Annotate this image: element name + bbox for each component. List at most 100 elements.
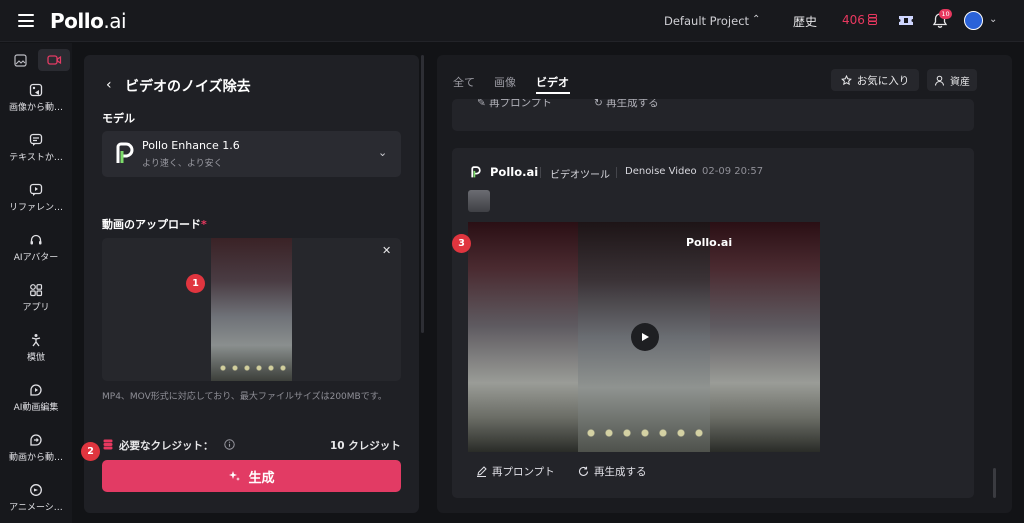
sidebar-item-video-to-video[interactable]: 動画から動… <box>0 433 72 463</box>
divider <box>540 167 541 178</box>
top-bar: Pollo.ai Default Project ⌃ 歴史 406 10 ⌄ <box>0 0 1024 42</box>
assets-label: 資産 <box>950 76 970 88</box>
regenerate-button[interactable]: ↻ 再生成する <box>594 99 659 110</box>
regenerate-button[interactable]: 再生成する <box>578 464 647 479</box>
result-brand: Pollo.ai <box>490 165 539 179</box>
result-tool: ビデオツール <box>550 170 610 181</box>
sidebar-item-label: アプリ <box>22 303 50 313</box>
sidebar-item-label: 模倣 <box>26 353 45 363</box>
divider <box>616 167 617 178</box>
sparkle-icon <box>229 471 241 481</box>
video-to-video-icon <box>30 434 42 446</box>
sidebar-item-label: 動画から動… <box>8 453 63 463</box>
video-upload-area[interactable]: ✕ <box>102 238 401 381</box>
ticket-icon[interactable] <box>898 14 914 27</box>
generate-label: 生成 <box>248 470 275 486</box>
refresh-icon <box>579 466 589 476</box>
annotation-marker-2: 2 <box>81 442 100 461</box>
regenerate-label: 再生成する <box>594 466 647 478</box>
logo-main: Pollo <box>50 9 104 33</box>
avatar[interactable] <box>964 11 983 30</box>
pollo-logo-icon <box>116 142 134 163</box>
sidebar-item-reference[interactable]: リファレン… <box>0 183 72 213</box>
coin-stack-icon <box>103 439 113 450</box>
animation-icon <box>30 484 42 496</box>
reprompt-label: 再プロンプト <box>489 99 552 109</box>
history-link[interactable]: 歴史 <box>793 13 817 30</box>
project-selector[interactable]: Default Project <box>664 14 749 28</box>
sidebar-item-label: アニメーシ… <box>9 503 63 513</box>
reprompt-label: 再プロンプト <box>492 466 555 478</box>
sidebar-item-label: リファレン… <box>8 203 63 213</box>
chevron-down-icon[interactable]: ⌄ <box>989 14 997 25</box>
previous-result-card: ✎ 再プロンプト ↻ 再生成する <box>452 99 974 131</box>
sidebar-item-ai-video-edit[interactable]: AI動画編集 <box>0 383 72 413</box>
source-thumbnail[interactable] <box>468 190 490 212</box>
results-panel: 全て 画像 ビデオ お気に入り 資産 ✎ 再プロンプト ↻ 再生成する Poll… <box>437 55 1012 513</box>
reprompt-button[interactable]: 再プロンプト <box>476 464 555 479</box>
model-selector[interactable]: Pollo Enhance 1.6 より速く、より安く ⌄ <box>102 131 401 177</box>
required-credits-label: 必要なクレジット： <box>119 440 214 452</box>
menu-icon[interactable] <box>18 14 34 27</box>
sidebar-item-text-to-video[interactable]: テキストか… <box>0 133 72 163</box>
sidebar-item-image-to-video[interactable]: 画像から動… <box>0 83 72 113</box>
logo-suffix: .ai <box>103 9 127 33</box>
assets-button[interactable]: 資産 <box>927 69 977 91</box>
sidebar-item-label: AI動画編集 <box>13 403 59 413</box>
sidebar-item-apps[interactable]: アプリ <box>0 283 72 313</box>
sidebar-item-ai-avatar[interactable]: AIアバター <box>0 233 72 263</box>
video-camera-icon <box>46 55 61 65</box>
sidebar-item-label: AIアバター <box>13 253 59 263</box>
pollo-logo-icon <box>471 166 481 178</box>
star-icon <box>840 74 852 85</box>
uploaded-video-thumbnail <box>211 238 292 381</box>
page-title: ビデオのノイズ除去 <box>125 79 251 95</box>
favorites-button[interactable]: お気に入り <box>831 69 919 91</box>
panel-scrollbar[interactable] <box>421 55 424 333</box>
info-icon[interactable] <box>224 439 235 450</box>
sidebar-mode-tabs <box>2 49 70 71</box>
model-subtitle: より速く、より安く <box>142 159 223 169</box>
tab-all[interactable]: 全て <box>453 74 475 90</box>
chevron-up-icon[interactable]: ⌃ <box>752 14 760 25</box>
results-scrollbar[interactable] <box>993 468 996 498</box>
sidebar: 画像から動… テキストか… リファレン… AIアバター アプリ 模倣 AI動画編… <box>0 43 72 523</box>
active-tab-indicator <box>536 92 570 94</box>
sidebar-item-label: 画像から動… <box>8 103 63 113</box>
reference-icon <box>29 183 43 196</box>
result-card: Pollo.ai ビデオツール Denoise Video 02-09 20:5… <box>452 148 974 498</box>
coin-stack-icon <box>868 14 877 25</box>
credits-balance[interactable]: 406 <box>842 13 865 27</box>
tab-videos[interactable]: ビデオ <box>536 74 569 90</box>
upload-label-text: 動画のアップロード <box>102 218 201 231</box>
image-mode-tab[interactable] <box>4 49 36 71</box>
required-credits-value: 10 クレジット <box>330 440 401 452</box>
annotation-marker-1: 1 <box>186 274 205 293</box>
model-label: モデル <box>102 112 135 125</box>
play-icon <box>642 333 649 341</box>
regenerate-label: 再生成する <box>606 99 659 109</box>
app-logo[interactable]: Pollo.ai <box>50 9 127 33</box>
sidebar-item-animation[interactable]: アニメーシ… <box>0 483 72 513</box>
annotation-marker-3: 3 <box>452 234 471 253</box>
tab-images[interactable]: 画像 <box>494 74 516 90</box>
back-chevron-icon[interactable]: ‹ <box>106 77 112 93</box>
chevron-down-icon[interactable]: ⌄ <box>378 146 387 159</box>
video-mode-tab[interactable] <box>38 49 70 71</box>
favorites-label: お気に入り <box>856 74 910 87</box>
reprompt-button[interactable]: ✎ 再プロンプト <box>477 99 552 110</box>
sidebar-item-imitate[interactable]: 模倣 <box>0 333 72 363</box>
sidebar-item-label: テキストか… <box>9 153 63 163</box>
pencil-icon <box>477 466 487 477</box>
headset-icon <box>30 234 42 245</box>
notification-badge: 10 <box>939 9 952 19</box>
close-icon[interactable]: ✕ <box>382 244 391 257</box>
apps-grid-icon <box>30 284 43 297</box>
result-video[interactable]: Pollo.ai <box>468 222 820 452</box>
result-timestamp: 02-09 20:57 <box>702 166 764 177</box>
generate-button[interactable]: 生成 <box>102 460 401 492</box>
play-button[interactable] <box>631 323 659 351</box>
model-name: Pollo Enhance 1.6 <box>142 139 240 152</box>
video-edit-icon <box>30 384 42 396</box>
video-watermark: Pollo.ai <box>686 236 733 249</box>
